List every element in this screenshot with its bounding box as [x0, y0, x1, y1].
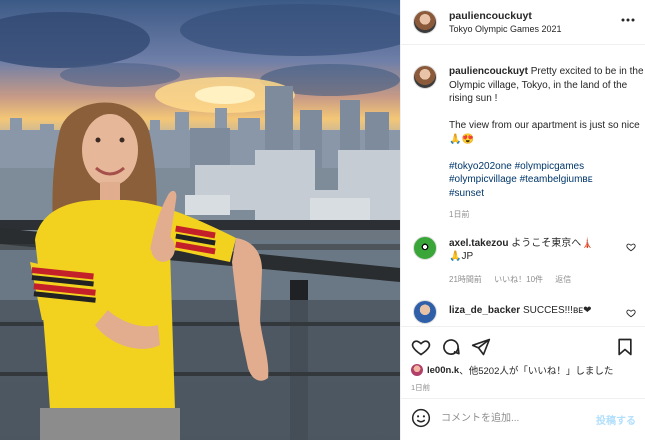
post-side-panel: pauliencouckuyt Tokyo Olympic Games 2021… [400, 0, 645, 440]
comment-meta: 21時間前 いいね！10件 返信 [449, 274, 581, 285]
share-icon[interactable] [471, 337, 491, 357]
comment-username[interactable]: axel.takezou [449, 238, 508, 249]
comment-body: SUCCES!!!ʙᴇ❤ [522, 305, 592, 316]
post-location[interactable]: Tokyo Olympic Games 2021 [449, 24, 562, 34]
liked-by-user[interactable]: le00n.k [427, 365, 459, 376]
reply-button[interactable]: 返信 [555, 275, 571, 284]
likes-summary: le00n.k 、他5202人が「いいね！」しました [411, 363, 613, 377]
caption-text: pauliencouckuyt Pretty excited to be in … [449, 65, 644, 200]
caption-username[interactable]: pauliencouckuyt [449, 66, 528, 77]
comment-time: 21時間前 [449, 275, 482, 284]
avatar[interactable] [413, 10, 437, 34]
comment-username[interactable]: liza_de_backer [449, 305, 520, 316]
instagram-post: pauliencouckuyt Tokyo Olympic Games 2021… [0, 0, 645, 440]
comment-text: liza_de_backer SUCCES!!!ʙᴇ❤ [449, 304, 617, 317]
comment-text: axel.takezou ようこそ東京へ🗼 🙏JP [449, 237, 617, 263]
post-username[interactable]: pauliencouckuyt [449, 10, 532, 22]
avatar[interactable] [413, 300, 437, 324]
comment-body: ようこそ東京へ🗼 [511, 238, 594, 249]
post-comment-button[interactable]: 投稿する [596, 412, 636, 427]
comment-input[interactable] [441, 408, 581, 428]
avatar[interactable] [411, 364, 423, 376]
photo-illustration [0, 4, 400, 440]
post-header: pauliencouckuyt Tokyo Olympic Games 2021 [401, 0, 645, 45]
hashtag-link[interactable]: #teambelgiumʙᴇ [520, 174, 593, 185]
heart-icon[interactable] [626, 242, 636, 252]
avatar[interactable] [413, 236, 437, 260]
caption-line2: The view from our apartment is just so n… [449, 120, 640, 145]
emoji-icon[interactable] [411, 408, 431, 428]
heart-icon[interactable] [626, 308, 636, 318]
comment-likes[interactable]: いいね！10件 [494, 275, 543, 284]
heart-icon[interactable] [411, 337, 431, 357]
comment-body-line2: 🙏JP [449, 251, 474, 262]
post-photo[interactable] [0, 0, 400, 440]
post-actions: le00n.k 、他5202人が「いいね！」しました 1日前 投稿する [401, 326, 645, 436]
hashtag-link[interactable]: #olympicvillage [449, 174, 517, 185]
comment-icon[interactable] [441, 337, 461, 357]
likes-text[interactable]: 、他5202人が「いいね！」しました [459, 363, 613, 377]
hashtag-link[interactable]: #tokyo202one [449, 161, 512, 172]
hashtag-link[interactable]: #olympicgames [515, 161, 584, 172]
avatar[interactable] [413, 65, 437, 89]
post-date: 1日前 [411, 383, 431, 392]
hashtag-link[interactable]: #sunset [449, 188, 484, 199]
bookmark-icon[interactable] [615, 337, 635, 357]
add-comment-bar: 投稿する [401, 398, 645, 437]
caption-age: 1日前 [449, 210, 470, 219]
hashtag-list: #tokyo202one #olympicgames #olympicvilla… [449, 161, 593, 199]
more-horizontal-icon[interactable] [620, 12, 636, 28]
